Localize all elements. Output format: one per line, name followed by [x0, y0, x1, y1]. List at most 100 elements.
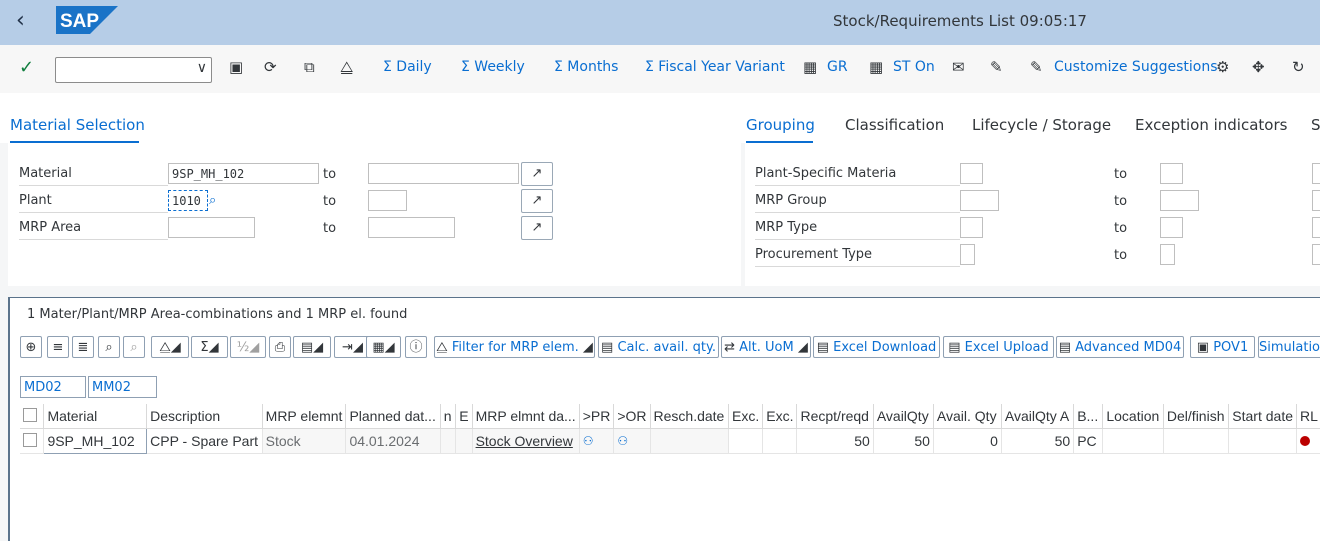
calendar-icon[interactable]: ▦	[803, 58, 817, 76]
tab-more[interactable]: S	[1311, 116, 1320, 134]
find-icon[interactable]: ⌕	[98, 336, 120, 358]
column-header[interactable]: B...	[1074, 404, 1103, 429]
multiple-selection-icon[interactable]	[1312, 190, 1320, 211]
mrp-group-to-field[interactable]	[1160, 190, 1199, 211]
back-icon[interactable]: ‹	[16, 8, 25, 33]
st-on-button[interactable]: ST On	[893, 59, 935, 75]
filter-icon[interactable]: ⧋◢	[151, 336, 189, 358]
tab-classification[interactable]: Classification	[845, 116, 944, 134]
plant-to-field[interactable]	[368, 190, 407, 211]
mail-icon[interactable]: ✉	[952, 58, 965, 76]
row-select-checkbox[interactable]	[20, 429, 44, 454]
advanced-md04-button[interactable]: ▤ Advanced MD04	[1056, 336, 1184, 358]
sort-descending-icon[interactable]: ≣	[72, 336, 94, 358]
expand-icon[interactable]: ✥	[1252, 58, 1265, 76]
column-header[interactable]: >PR	[579, 404, 614, 429]
convert-pr-icon[interactable]: ⚇	[579, 429, 614, 454]
print-icon[interactable]: ⎙	[269, 336, 291, 358]
multiple-selection-icon[interactable]	[1312, 163, 1320, 184]
calendar-icon[interactable]: ▦	[869, 58, 883, 76]
column-header[interactable]: MRP elemnt	[262, 404, 346, 429]
find-next-icon[interactable]: ⌕	[123, 336, 145, 358]
search-help-icon[interactable]: ⌕	[209, 193, 216, 208]
column-header[interactable]: Material	[44, 404, 147, 429]
weekly-button[interactable]: Σ Weekly	[461, 59, 525, 75]
history-icon[interactable]: ⟳	[264, 58, 277, 76]
table-row[interactable]: 9SP_MH_102 CPP - Spare Part Stock 04.01.…	[20, 429, 1320, 454]
chevron-down-icon[interactable]: ∨	[197, 60, 207, 76]
layout-icon[interactable]: ▦◢	[366, 336, 401, 358]
pov1-button[interactable]: ▣ POV1	[1190, 336, 1255, 358]
plant-specific-to-field[interactable]	[1160, 163, 1183, 184]
column-header[interactable]: Resch.date	[650, 404, 729, 429]
mrp-type-to-field[interactable]	[1160, 217, 1183, 238]
select-all-checkbox[interactable]	[20, 404, 44, 429]
column-header[interactable]: Planned dat...	[346, 404, 440, 429]
mrp-element-data-cell[interactable]: Stock Overview	[472, 429, 579, 454]
column-header[interactable]: Avail. Qty	[933, 404, 1001, 429]
calc-avail-qty-button[interactable]: ▤ Calc. avail. qty.	[598, 336, 719, 358]
edit-icon[interactable]: ✎	[990, 58, 1003, 76]
save-icon[interactable]: ▣	[229, 58, 243, 76]
stock-overview-link[interactable]: Stock Overview	[476, 433, 573, 449]
column-header[interactable]: Location	[1103, 404, 1164, 429]
multiple-selection-icon[interactable]: ↗	[521, 216, 553, 240]
multiple-selection-icon[interactable]: ↗	[521, 162, 553, 186]
edit-icon[interactable]: ✎	[1030, 58, 1043, 76]
tab-material-selection[interactable]: Material Selection	[10, 116, 145, 134]
sort-ascending-icon[interactable]: ≡	[47, 336, 69, 358]
fiscal-year-button[interactable]: Σ Fiscal Year Variant	[645, 59, 785, 75]
subtotal-icon[interactable]: ½◢	[230, 336, 266, 358]
column-header[interactable]: Exc.	[763, 404, 797, 429]
details-icon[interactable]: ⊕	[20, 336, 42, 358]
mrp-type-from-field[interactable]	[960, 217, 983, 238]
material-cell[interactable]: 9SP_MH_102	[44, 429, 147, 454]
mrp-area-from-field[interactable]	[168, 217, 255, 238]
procurement-type-to-field[interactable]	[1160, 244, 1175, 265]
column-header[interactable]: Description	[147, 404, 263, 429]
info-icon[interactable]: ⓘ	[405, 336, 427, 358]
layout-md02-button[interactable]: MD02	[20, 376, 86, 398]
settings-icon[interactable]: ⚙	[1216, 58, 1229, 76]
daily-button[interactable]: Σ Daily	[383, 59, 432, 75]
column-header[interactable]: Start date	[1229, 404, 1297, 429]
sum-icon[interactable]: Σ◢	[191, 336, 228, 358]
tab-grouping[interactable]: Grouping	[746, 116, 815, 134]
convert-order-icon[interactable]: ⚇	[614, 429, 650, 454]
column-header[interactable]: n	[440, 404, 455, 429]
plant-specific-from-field[interactable]	[960, 163, 983, 184]
column-header[interactable]: Recpt/reqd	[797, 404, 873, 429]
material-from-field[interactable]: 9SP_MH_102	[168, 163, 319, 184]
tab-lifecycle-storage[interactable]: Lifecycle / Storage	[972, 116, 1111, 134]
multiple-selection-icon[interactable]	[1312, 217, 1320, 238]
column-header[interactable]: E	[456, 404, 472, 429]
enter-check-icon[interactable]: ✓	[19, 57, 34, 78]
simulation-button[interactable]: Simulation	[1258, 336, 1320, 358]
multiple-selection-icon[interactable]	[1312, 244, 1320, 265]
copy-icon[interactable]: ⧉	[304, 58, 315, 76]
multiple-selection-icon[interactable]: ↗	[521, 189, 553, 213]
column-header[interactable]: MRP elmnt da...	[472, 404, 579, 429]
column-header[interactable]: Exc.	[729, 404, 763, 429]
mrp-area-to-field[interactable]	[368, 217, 455, 238]
column-header[interactable]: AvailQty A	[1001, 404, 1073, 429]
procurement-type-from-field[interactable]	[960, 244, 975, 265]
layout-mm02-button[interactable]: MM02	[88, 376, 157, 398]
filter-mrp-elem-button[interactable]: ⧋ Filter for MRP elem. ◢	[434, 336, 595, 358]
filter-icon[interactable]: ⧋	[340, 58, 353, 76]
mrp-group-from-field[interactable]	[960, 190, 999, 211]
alt-uom-button[interactable]: ⇄ Alt. UoM ◢	[721, 336, 811, 358]
excel-upload-button[interactable]: ▤ Excel Upload	[943, 336, 1054, 358]
views-icon[interactable]: ▤◢	[293, 336, 331, 358]
material-to-field[interactable]	[368, 163, 519, 184]
command-field[interactable]: ∨	[55, 57, 212, 83]
plant-from-field[interactable]: 1010	[168, 190, 208, 211]
column-header[interactable]: Del/finish	[1163, 404, 1228, 429]
column-header[interactable]: AvailQty	[873, 404, 933, 429]
months-button[interactable]: Σ Months	[554, 59, 618, 75]
sync-icon[interactable]: ↻	[1292, 58, 1305, 76]
customize-suggestions-button[interactable]: Customize Suggestions	[1054, 59, 1218, 75]
excel-download-button[interactable]: ▤ Excel Download	[813, 336, 940, 358]
gr-button[interactable]: GR	[827, 59, 848, 75]
tab-exception-indicators[interactable]: Exception indicators	[1135, 116, 1287, 134]
